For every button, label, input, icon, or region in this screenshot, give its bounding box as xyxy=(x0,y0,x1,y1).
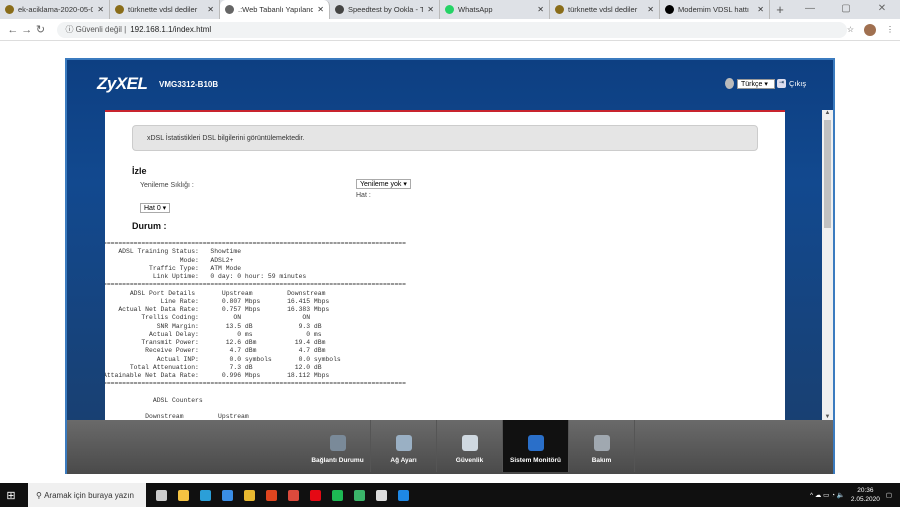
close-tab-icon[interactable]: ✕ xyxy=(757,5,764,14)
url-text[interactable]: 192.168.1.1/index.html xyxy=(130,25,211,34)
store-icon xyxy=(177,489,189,501)
windows-start-icon[interactable]: ⊞ xyxy=(0,489,22,502)
address-bar-row: ← → ↻ ⓘ Güvenli değil | 192.168.1.1/inde… xyxy=(0,19,900,41)
zyxel-logo: ZyXEL xyxy=(97,74,148,93)
line-select[interactable]: Hat 0 ▾ xyxy=(140,203,171,213)
nav-item[interactable]: Bakım xyxy=(569,420,635,472)
language-icon xyxy=(725,78,734,89)
search-icon: ⚲ xyxy=(36,490,42,500)
spotify-icon xyxy=(331,489,343,501)
taskbar-app-photos[interactable] xyxy=(392,483,414,507)
address-bar[interactable]: ⓘ Güvenli değil | 192.168.1.1/index.html xyxy=(57,21,847,38)
settings-icon xyxy=(375,489,387,501)
back-icon[interactable]: ← xyxy=(6,24,20,36)
profile-avatar[interactable] xyxy=(864,23,876,36)
tab-favicon-icon xyxy=(665,5,674,14)
minimize-icon[interactable]: — xyxy=(792,0,828,18)
close-tab-icon[interactable]: ✕ xyxy=(97,5,104,14)
refresh-select[interactable]: Yenileme yok ▾ xyxy=(356,179,411,189)
scrollbar[interactable]: ▲ ▼ xyxy=(822,110,833,420)
bookmark-star-icon[interactable]: ☆ xyxy=(847,25,854,34)
taskbar-app-mail[interactable] xyxy=(216,483,238,507)
router-ui-frame: ZyXEL VMG3312-B10B Türkçe ▾ ⇥ Çıkış xDSL … xyxy=(65,58,835,474)
close-tab-icon[interactable]: ✕ xyxy=(427,5,434,14)
browser-tab[interactable]: türknette vdsl dediler ✕ xyxy=(110,0,220,19)
tab-favicon-icon xyxy=(115,5,124,14)
browser-tab[interactable]: Speedtest by Ookla - T ✕ xyxy=(330,0,440,19)
close-window-icon[interactable]: ✕ xyxy=(864,0,900,18)
monitor-title: İzle xyxy=(132,166,147,176)
edge-icon xyxy=(199,489,211,501)
explorer-icon xyxy=(243,489,255,501)
taskbar-app-app-green[interactable] xyxy=(348,483,370,507)
content-panel: xDSL İstatistikleri DSL bilgilerini görü… xyxy=(105,110,785,420)
maximize-icon[interactable]: ▢ xyxy=(828,0,864,18)
taskbar-app-task-view[interactable] xyxy=(150,483,172,507)
model-name: VMG3312-B10B xyxy=(159,80,219,89)
status-title: Durum : xyxy=(132,221,167,231)
netflix-icon xyxy=(309,489,321,501)
clock[interactable]: 20:36 2.05.2020 xyxy=(851,486,880,504)
notification-icon[interactable]: ▢ xyxy=(886,491,892,499)
logout-icon: ⇥ xyxy=(777,79,786,88)
tab-favicon-icon xyxy=(5,5,14,14)
tab-favicon-icon xyxy=(555,5,564,14)
nav-item[interactable]: Bağlantı Durumu xyxy=(305,420,371,472)
photos-icon xyxy=(397,489,409,501)
bottom-nav: Bağlantı Durumu Ağ Ayarı Güvenlik Sistem Mo… xyxy=(67,420,833,474)
taskbar-app-settings[interactable] xyxy=(370,483,392,507)
line-label: Hat : xyxy=(356,192,371,199)
system-tray: ^ ☁ ▭ ◔ 🔈 20:36 2.05.2020 ▢ xyxy=(810,486,900,504)
info-icon[interactable]: ⓘ xyxy=(65,24,73,35)
close-tab-icon[interactable]: ✕ xyxy=(207,5,214,14)
app-green-icon xyxy=(353,489,365,501)
browser-tab[interactable]: WhatsApp ✕ xyxy=(440,0,550,19)
task-view-icon xyxy=(155,489,167,501)
chart-monitor-icon xyxy=(527,435,544,451)
browser-tab[interactable]: ek-aciklama-2020-05-0 ✕ xyxy=(0,0,110,19)
chrome-icon xyxy=(287,489,299,501)
nav-item[interactable]: Güvenlik xyxy=(437,420,503,472)
taskbar-app-office[interactable] xyxy=(260,483,282,507)
taskbar: ⊞ ⚲ Aramak için buraya yazın ^ ☁ ▭ ◔ 🔈 2… xyxy=(0,483,900,507)
taskbar-search[interactable]: ⚲ Aramak için buraya yazın xyxy=(28,483,146,507)
taskbar-app-netflix[interactable] xyxy=(304,483,326,507)
nav-item[interactable]: Sistem Monitörü xyxy=(503,420,569,472)
taskbar-app-store[interactable] xyxy=(172,483,194,507)
tab-favicon-icon xyxy=(445,5,454,14)
dsl-status-text: ========================================… xyxy=(105,240,406,420)
close-tab-icon[interactable]: ✕ xyxy=(537,5,544,14)
nav-item[interactable]: Ağ Ayarı xyxy=(371,420,437,472)
reload-icon[interactable]: ↻ xyxy=(34,23,48,36)
taskbar-app-chrome[interactable] xyxy=(282,483,304,507)
shield-icon xyxy=(461,435,478,451)
new-tab-button[interactable]: + xyxy=(770,2,790,17)
security-label: Güvenli değil xyxy=(75,25,122,34)
taskbar-app-explorer[interactable] xyxy=(238,483,260,507)
language-select[interactable]: Türkçe ▾ xyxy=(737,78,775,89)
tab-favicon-icon xyxy=(225,5,234,14)
logout-button[interactable]: ⇥ Çıkış xyxy=(777,79,806,88)
info-box: xDSL İstatistikleri DSL bilgilerini görü… xyxy=(132,125,758,151)
browser-tab[interactable]: Modemim VDSL hattı ✕ xyxy=(660,0,770,19)
tab-favicon-icon xyxy=(335,5,344,14)
taskbar-app-edge[interactable] xyxy=(194,483,216,507)
browser-tab[interactable]: .:Web Tabanlı Yapıland ✕ xyxy=(220,0,330,19)
close-tab-icon[interactable]: ✕ xyxy=(317,5,324,14)
connection-status-icon xyxy=(329,435,346,451)
tab-bar: ek-aciklama-2020-05-0 ✕ türknette vdsl ded… xyxy=(0,0,900,19)
mail-icon xyxy=(221,489,233,501)
gear-icon xyxy=(395,435,412,451)
close-tab-icon[interactable]: ✕ xyxy=(647,5,654,14)
menu-icon[interactable]: ⋮ xyxy=(886,25,894,34)
forward-icon[interactable]: → xyxy=(20,24,34,36)
refresh-label: Yenileme Sıklığı : xyxy=(140,182,194,189)
maintenance-icon xyxy=(593,435,610,451)
browser-tab[interactable]: türknette vdsl dediler ✕ xyxy=(550,0,660,19)
tray-icons[interactable]: ^ ☁ ▭ ◔ 🔈 xyxy=(810,491,845,499)
office-icon xyxy=(265,489,277,501)
taskbar-app-spotify[interactable] xyxy=(326,483,348,507)
